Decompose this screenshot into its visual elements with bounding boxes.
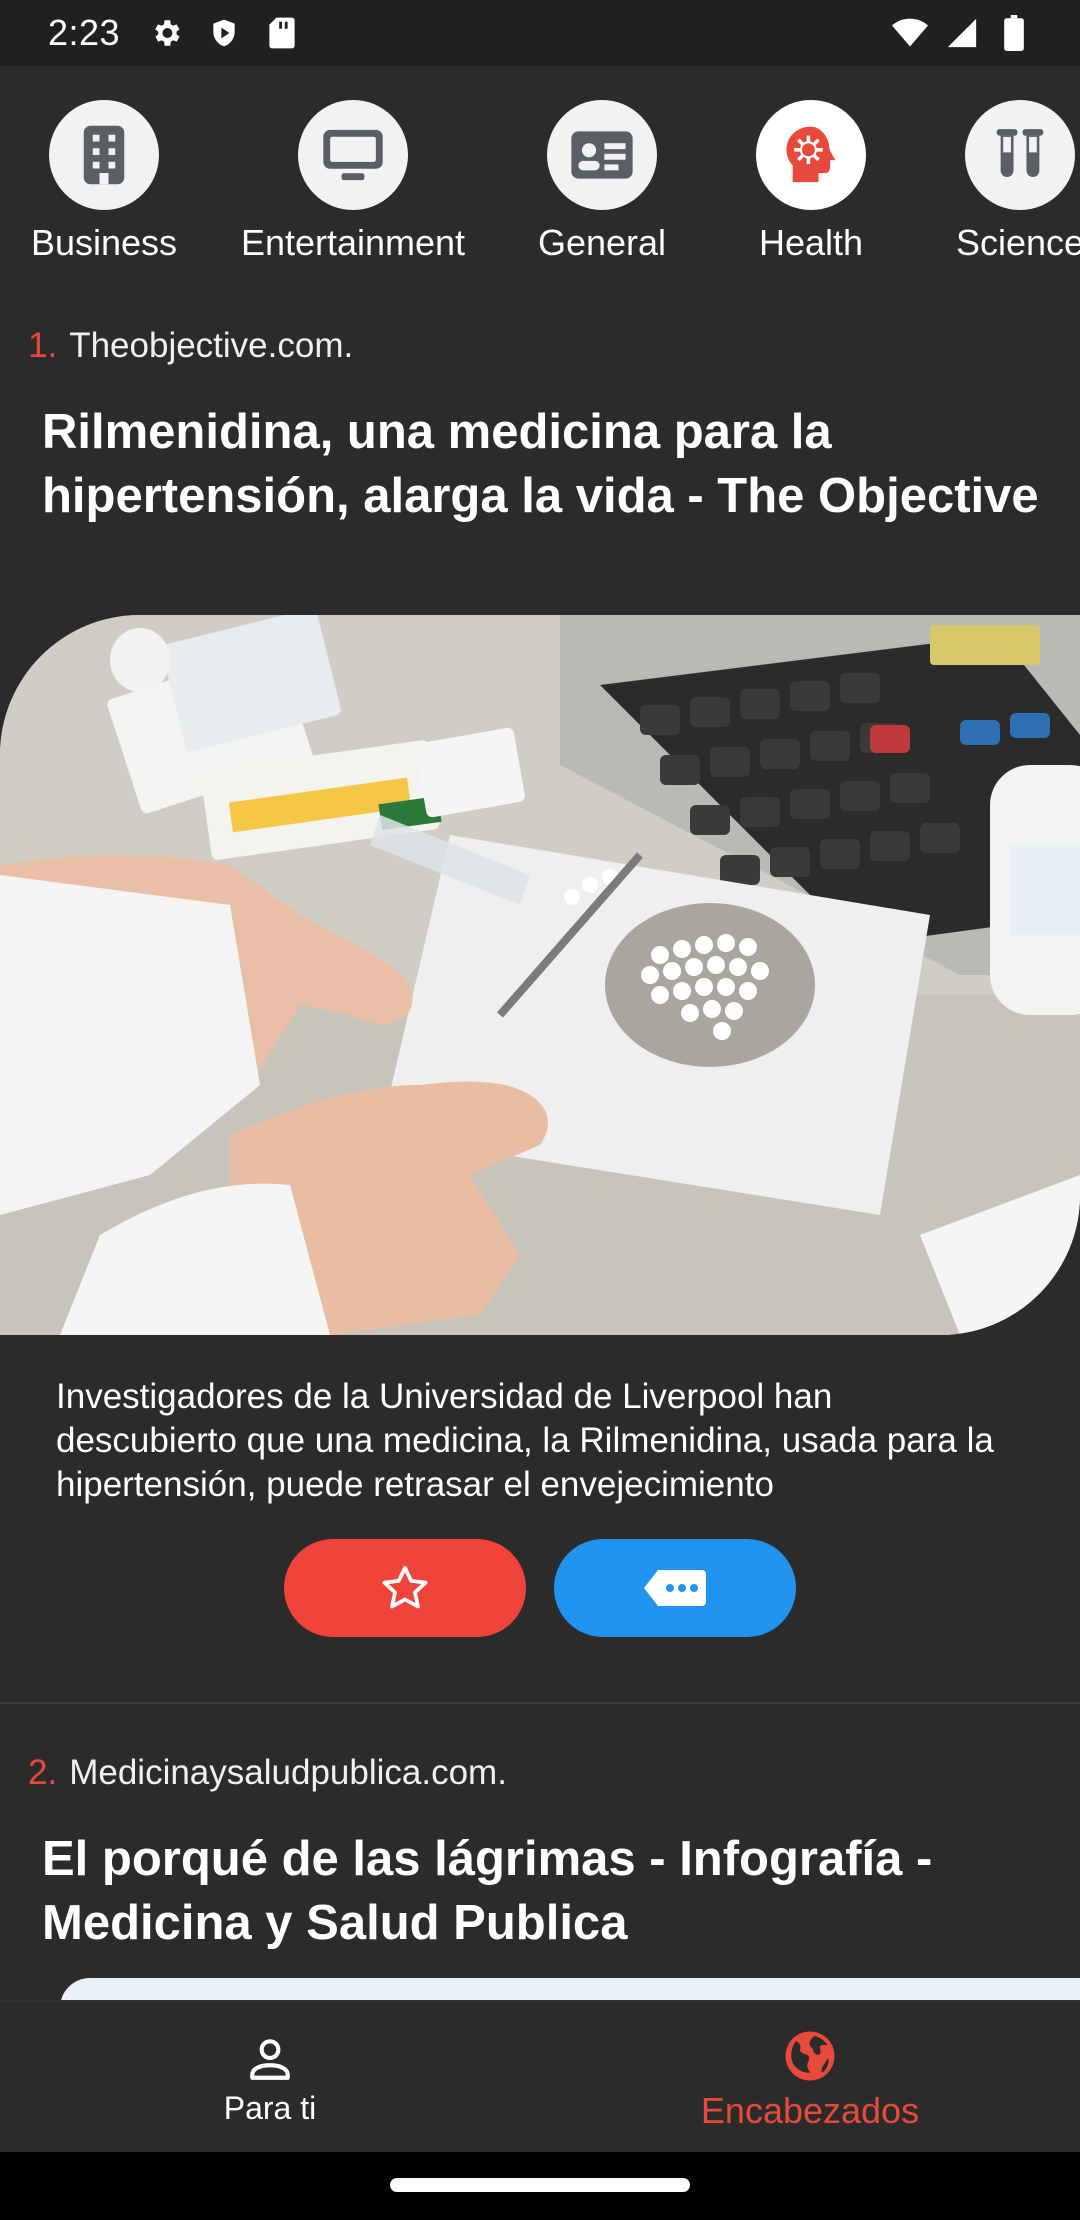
- article-title[interactable]: Rilmenidina, una medicina para la hipert…: [42, 400, 1042, 528]
- category-label: Science: [955, 222, 1080, 263]
- status-right: [892, 15, 1032, 51]
- signal-icon: [944, 15, 980, 51]
- battery-icon: [996, 15, 1032, 51]
- nav-label: Encabezados: [700, 2090, 920, 2131]
- article-title[interactable]: El porqué de las lágrimas - Infografía -…: [42, 1827, 1042, 1955]
- person-icon: [250, 2038, 290, 2080]
- article-divider: [0, 1702, 1080, 1704]
- share-button[interactable]: [554, 1539, 796, 1637]
- status-time: 2:23: [48, 12, 121, 53]
- category-science[interactable]: Science: [910, 100, 1080, 264]
- category-bar: Business Entertainment General Health Sc…: [0, 100, 1080, 280]
- building-icon: [49, 100, 159, 210]
- id-card-icon: [547, 100, 657, 210]
- star-icon: [382, 1565, 428, 1609]
- virus-head-icon: [756, 100, 866, 210]
- nav-label: Para ti: [223, 2089, 317, 2126]
- sd-card-icon: [264, 15, 300, 51]
- wifi-icon: [892, 15, 928, 51]
- bottom-navigation: Para ti Encabezados: [0, 2000, 1080, 2152]
- nav-para-ti[interactable]: Para ti: [0, 2002, 540, 2152]
- screen: 2:23 Business Entertainment General Heal…: [0, 0, 1080, 2220]
- article-number: 1.: [28, 326, 58, 365]
- monitor-icon: [298, 100, 408, 210]
- article-source-name: Medicinaysaludpublica.com.: [69, 1753, 507, 1792]
- favorite-button[interactable]: [284, 1539, 526, 1637]
- home-gesture-bar[interactable]: [390, 2178, 690, 2192]
- category-label: Health: [758, 222, 864, 263]
- shield-play-icon: [206, 15, 242, 51]
- nav-encabezados[interactable]: Encabezados: [540, 2002, 1080, 2152]
- category-label: Business: [30, 222, 178, 263]
- category-business[interactable]: Business: [0, 100, 214, 264]
- category-label: General: [537, 222, 667, 263]
- status-bar: 2:23: [0, 0, 1080, 66]
- category-entertainment[interactable]: Entertainment: [240, 100, 466, 264]
- category-general[interactable]: General: [492, 100, 712, 264]
- test-tubes-icon: [965, 100, 1075, 210]
- article-image[interactable]: [0, 615, 1080, 1335]
- status-left: 2:23: [48, 12, 300, 54]
- article-source-name: Theobjective.com.: [69, 326, 354, 365]
- category-health[interactable]: Health: [701, 100, 921, 264]
- article-number: 2.: [28, 1753, 58, 1792]
- article-source: 2. Medicinaysaludpublica.com.: [28, 1753, 507, 1793]
- article-description: Investigadores de la Universidad de Live…: [56, 1377, 994, 1504]
- pharmacy-photo: [0, 615, 1080, 1335]
- settings-icon: [148, 15, 184, 51]
- speech-bubble-icon: [644, 1570, 706, 1606]
- article-source: 1. Theobjective.com.: [28, 326, 353, 366]
- globe-icon: [785, 2031, 835, 2081]
- category-label: Entertainment: [240, 222, 466, 263]
